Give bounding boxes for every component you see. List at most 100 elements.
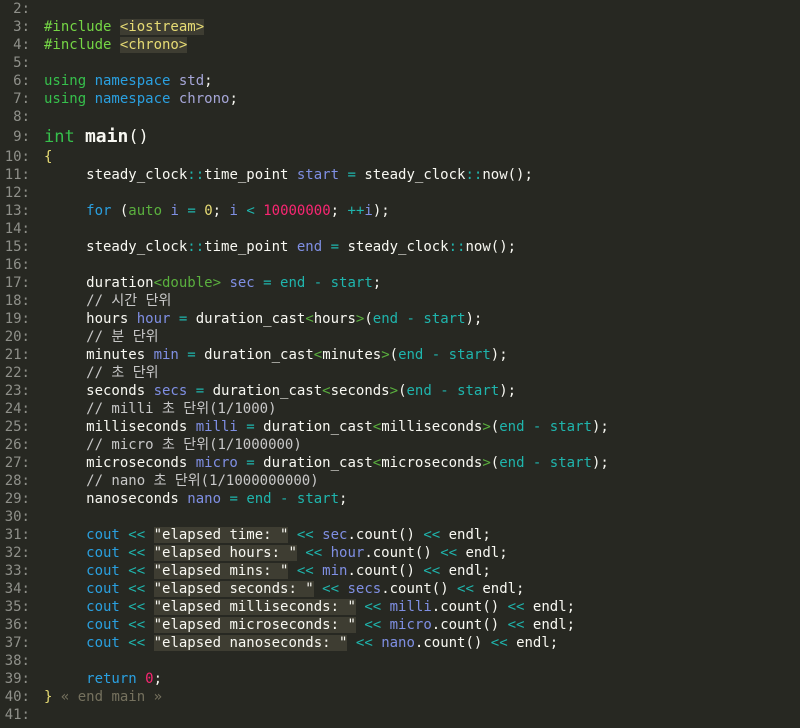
code-line[interactable]: 40:} « end main » [0, 688, 800, 706]
code-token: start [296, 167, 340, 183]
code-line[interactable]: 20: // 분 단위 [0, 328, 800, 346]
code-token: namespace [94, 91, 179, 107]
code-token: now(); [465, 239, 517, 255]
code-token: steady_clock [347, 239, 449, 255]
code-line[interactable]: 36: cout << "elapsed microseconds: " << … [0, 616, 800, 634]
code-token: "elapsed mins: " [153, 563, 289, 579]
code-token: cout [44, 545, 129, 561]
code-token: ); [591, 419, 609, 435]
code-token: end - start [246, 491, 340, 507]
code-line[interactable]: 38: [0, 652, 800, 670]
code-line[interactable]: 33: cout << "elapsed mins: " << min.coun… [0, 562, 800, 580]
code-line[interactable]: 28: // nano 초 단위(1/1000000000) [0, 472, 800, 490]
code-line[interactable]: 23: seconds secs = duration_cast<seconds… [0, 382, 800, 400]
code-token: << [288, 563, 323, 579]
code-line[interactable]: 5: [0, 54, 800, 72]
code-token: "elapsed milliseconds: " [153, 599, 356, 615]
code-token: ( [389, 347, 399, 363]
code-token: #include [44, 19, 120, 35]
code-line[interactable]: 37: cout << "elapsed nanoseconds: " << n… [0, 634, 800, 652]
code-line[interactable]: 31: cout << "elapsed time: " << sec.coun… [0, 526, 800, 544]
code-line[interactable]: 2: [0, 0, 800, 18]
code-token: << [128, 527, 154, 543]
code-editor[interactable]: 2: 3: #include <iostream> 4: #include <chron… [0, 0, 800, 728]
code-line[interactable]: 24: // milli 초 단위(1/1000) [0, 400, 800, 418]
line-number: 3: [13, 19, 30, 35]
line-number: 33: [4, 563, 30, 579]
code-line[interactable]: 21: minutes min = duration_cast<minutes>… [0, 346, 800, 364]
code-line[interactable]: 34: cout << "elapsed seconds: " << secs.… [0, 580, 800, 598]
code-line[interactable]: 25: milliseconds milli = duration_cast<m… [0, 418, 800, 436]
code-token: min [322, 563, 348, 579]
code-line[interactable]: 39: return 0; [0, 670, 800, 688]
code-token: :: [465, 167, 483, 183]
line-number: 18: [4, 293, 30, 309]
code-token: endl; [482, 581, 525, 597]
line-code: cout << "elapsed mins: " << min.count() … [44, 562, 491, 580]
code-line[interactable]: 10: { [0, 148, 800, 166]
line-code: using namespace chrono; [44, 90, 238, 108]
code-token: end - start [372, 311, 466, 327]
code-line[interactable]: 14: [0, 220, 800, 238]
code-token: std [178, 73, 205, 89]
code-token: // 초 단위 [44, 365, 159, 381]
code-line[interactable]: 8: [0, 108, 800, 126]
line-code: return 0; [44, 670, 162, 688]
code-token: for [44, 203, 120, 219]
line-number: 14: [4, 221, 30, 237]
line-number: 12: [4, 185, 30, 201]
line-code: // nano 초 단위(1/1000000000) [44, 472, 319, 490]
code-token: << [128, 617, 154, 633]
code-line[interactable]: 19: hours hour = duration_cast<hours>(en… [0, 310, 800, 328]
code-token: = [237, 455, 264, 471]
code-token: - [305, 275, 331, 291]
code-token: () [128, 127, 149, 147]
code-line[interactable]: 41: [0, 706, 800, 724]
line-code: for (auto i = 0; i < 10000000; ++i); [44, 202, 390, 220]
code-line[interactable]: 18: // 시간 단위 [0, 292, 800, 310]
code-line[interactable]: 15: steady_clock::time_point end = stead… [0, 238, 800, 256]
code-token: microseconds [44, 455, 196, 471]
code-token: .count() [431, 617, 508, 633]
code-token: ); [490, 347, 508, 363]
code-line[interactable]: 29: nanoseconds nano = end - start; [0, 490, 800, 508]
code-token: micro [389, 617, 432, 633]
code-token: :: [187, 239, 205, 255]
code-token: << [128, 563, 154, 579]
code-token: << [355, 617, 390, 633]
code-line[interactable]: 26: // micro 초 단위(1/1000000) [0, 436, 800, 454]
code-line[interactable]: 9: int main() [0, 126, 800, 148]
code-token: i [364, 203, 373, 219]
line-code: cout << "elapsed seconds: " << secs.coun… [44, 580, 525, 598]
code-line[interactable]: 30: [0, 508, 800, 526]
code-line[interactable]: 7: using namespace chrono; [0, 90, 800, 108]
code-token: "elapsed nanoseconds: " [153, 635, 348, 651]
line-number: 2: [13, 1, 30, 17]
line-number: 4: [13, 37, 30, 53]
code-line[interactable]: 13: for (auto i = 0; i < 10000000; ++i); [0, 202, 800, 220]
code-token: min [153, 347, 179, 363]
code-token: .count() [347, 527, 424, 543]
code-token: auto [128, 203, 171, 219]
code-line[interactable]: 32: cout << "elapsed hours: " << hour.co… [0, 544, 800, 562]
code-lines: 2: 3: #include <iostream> 4: #include <chron… [0, 0, 800, 724]
code-line[interactable]: 11: steady_clock::time_point start = ste… [0, 166, 800, 184]
code-token: hours [44, 311, 137, 327]
code-line[interactable]: 4: #include <chrono> [0, 36, 800, 54]
code-line[interactable]: 22: // 초 단위 [0, 364, 800, 382]
code-token: // nano 초 단위(1/1000000000) [44, 473, 319, 489]
code-line[interactable]: 6: using namespace std; [0, 72, 800, 90]
code-token: ; [330, 203, 348, 219]
code-token: ; [212, 203, 230, 219]
code-line[interactable]: 35: cout << "elapsed milliseconds: " << … [0, 598, 800, 616]
code-token: << [313, 581, 348, 597]
code-line[interactable]: 3: #include <iostream> [0, 18, 800, 36]
line-code: // micro 초 단위(1/1000000) [44, 436, 302, 454]
code-line[interactable]: 27: microseconds micro = duration_cast<m… [0, 454, 800, 472]
code-line[interactable]: 17: duration<double> sec = end - start; [0, 274, 800, 292]
code-token: .count() [347, 563, 424, 579]
code-line[interactable]: 16: [0, 256, 800, 274]
code-token: = [170, 311, 196, 327]
code-line[interactable]: 12: [0, 184, 800, 202]
code-token: << [457, 581, 483, 597]
